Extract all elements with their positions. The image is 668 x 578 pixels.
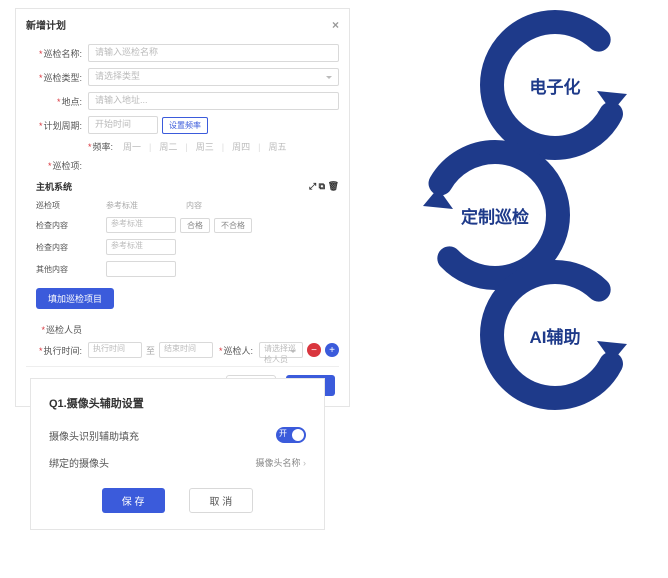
row-label: 检查内容	[36, 242, 106, 253]
row-label: 其他内容	[36, 264, 106, 275]
type-label: 巡检类型:	[26, 71, 82, 84]
row-ref-input[interactable]	[106, 261, 176, 277]
plan-time-input[interactable]: 开始时间	[88, 116, 158, 134]
camera-assist-label: 摄像头识别辅助填充	[49, 428, 139, 443]
plan-form-panel: 新增计划 × 巡检名称: 请输入巡检名称 巡检类型: 请选择类型 地点: 请输入…	[15, 8, 350, 407]
start-time-input[interactable]: 执行时间	[88, 342, 142, 358]
th-ref: 参考标准	[106, 200, 186, 211]
ring-node-3: AI辅助	[480, 260, 630, 410]
subsection-title: 主机系统	[36, 180, 72, 193]
row-ref-input[interactable]: 参考标准	[106, 217, 176, 233]
name-input[interactable]: 请输入巡检名称	[88, 44, 339, 62]
process-diagram: 电子化 定制巡检 AI辅助	[380, 10, 660, 410]
add-row-icon[interactable]: +	[325, 343, 339, 357]
freq-item[interactable]: 周四	[232, 140, 250, 153]
freq-item[interactable]: 周三	[196, 140, 214, 153]
freq-item[interactable]: 周二	[159, 140, 177, 153]
freq-item[interactable]: 周五	[268, 140, 286, 153]
camera-panel: Q1.摄像头辅助设置 摄像头识别辅助填充 开 绑定的摄像头 摄像头名称 保 存 …	[30, 378, 325, 530]
freq-prefix: 频率:	[88, 140, 113, 153]
freq-tag-button[interactable]: 设置频率	[162, 117, 208, 134]
items-label: 巡检项:	[26, 159, 82, 172]
sub-table: 巡检项 参考标准 内容 检查内容 参考标准 合格 不合格 检查内容 参考标准 其…	[36, 197, 329, 280]
camera-save-button[interactable]: 保 存	[102, 488, 165, 513]
camera-name-link[interactable]: 摄像头名称	[255, 456, 306, 469]
bound-camera-label: 绑定的摄像头	[49, 455, 109, 470]
end-time-input[interactable]: 结束时间	[159, 342, 213, 358]
type-select[interactable]: 请选择类型	[88, 68, 339, 86]
close-icon[interactable]: ×	[332, 18, 339, 32]
exec-time-label: 执行时间:	[26, 344, 82, 357]
area-label: 地点:	[26, 95, 82, 108]
people-select[interactable]: 请选择巡检人员	[259, 342, 303, 358]
people-field-label: 巡检人:	[219, 344, 253, 357]
camera-toggle[interactable]: 开	[276, 427, 306, 443]
toggle-text: 开	[279, 428, 287, 439]
expand-icon[interactable]: ⤢	[309, 181, 316, 191]
remove-row-icon[interactable]: −	[307, 343, 321, 357]
add-item-button[interactable]: 填加巡检项目	[36, 288, 114, 309]
delete-icon[interactable]: 🗑	[328, 181, 339, 191]
frequency-row: 频率: 周一| 周二| 周三| 周四| 周五	[88, 140, 339, 153]
form-header: 新增计划 ×	[26, 17, 339, 38]
toggle-knob	[292, 429, 304, 441]
to-label: 至	[146, 344, 155, 357]
th-content: 内容	[186, 200, 329, 211]
th-item: 巡检项	[36, 200, 106, 211]
area-input[interactable]: 请输入地址...	[88, 92, 339, 110]
pass-button[interactable]: 合格	[180, 218, 210, 233]
plan-time-label: 计划周期:	[26, 119, 82, 132]
camera-cancel-button[interactable]: 取 消	[189, 488, 254, 513]
freq-item[interactable]: 周一	[123, 140, 141, 153]
form-title: 新增计划	[26, 17, 66, 32]
camera-title: Q1.摄像头辅助设置	[49, 395, 306, 411]
row-label: 检查内容	[36, 220, 106, 231]
fail-button[interactable]: 不合格	[214, 218, 252, 233]
ring-node-1: 电子化	[480, 10, 630, 160]
name-label: 巡检名称:	[26, 47, 82, 60]
people-label: 巡检人员	[26, 323, 82, 336]
row-ref-input[interactable]: 参考标准	[106, 239, 176, 255]
copy-icon[interactable]: ⧉	[319, 181, 325, 191]
